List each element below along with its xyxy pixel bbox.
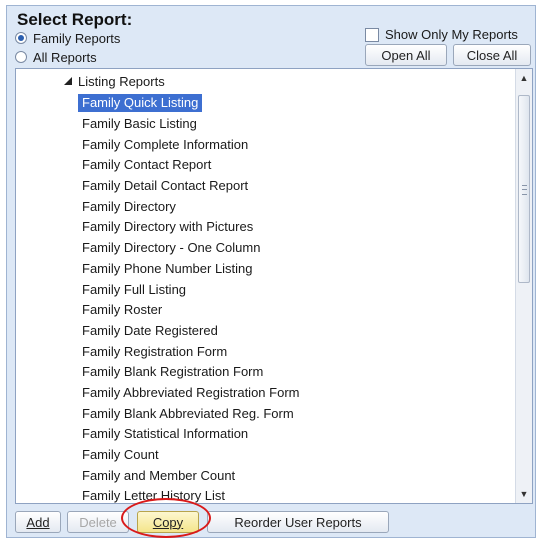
report-item[interactable]: Family Quick Listing: [78, 93, 498, 114]
report-item-label: Family Blank Abbreviated Reg. Form: [82, 405, 294, 421]
report-item-label: Family Basic Listing: [82, 116, 197, 132]
add-button-label: Add: [26, 514, 50, 530]
report-item-label: Family Directory with Pictures: [82, 219, 254, 235]
report-item[interactable]: Family Basic Listing: [78, 114, 498, 135]
delete-button[interactable]: Delete: [67, 511, 129, 533]
report-item-label: Family Detail Contact Report: [82, 178, 249, 194]
copy-button[interactable]: Copy: [137, 511, 199, 533]
report-item[interactable]: Family Directory: [78, 196, 498, 217]
report-item[interactable]: Family Date Registered: [78, 321, 498, 342]
add-button[interactable]: Add: [15, 511, 61, 533]
report-item[interactable]: Family Abbreviated Registration Form: [78, 383, 498, 404]
checkbox-label: Show Only My Reports: [385, 27, 518, 42]
scroll-up-arrow-icon[interactable]: ▲: [516, 70, 532, 86]
report-item-label: Family Blank Registration Form: [82, 364, 264, 380]
report-item-label: Family Date Registered: [82, 322, 218, 338]
reorder-button-label: Reorder User Reports: [234, 514, 362, 530]
radio-all-reports[interactable]: All Reports: [15, 47, 97, 67]
scroll-down-arrow-icon[interactable]: ▼: [516, 486, 532, 502]
report-item-label: Family Abbreviated Registration Form: [82, 384, 300, 400]
checkbox-icon[interactable]: [365, 27, 379, 42]
close-all-button[interactable]: Close All: [453, 44, 531, 66]
report-item[interactable]: Family Full Listing: [78, 279, 498, 300]
grip-icon: [522, 185, 527, 195]
radio-button-icon[interactable]: [15, 51, 27, 63]
report-item[interactable]: Family Blank Abbreviated Reg. Form: [78, 403, 498, 424]
report-item-label: Family Count: [82, 447, 159, 463]
report-item[interactable]: Family Phone Number Listing: [78, 259, 498, 280]
report-item[interactable]: Family Count: [78, 445, 498, 466]
report-item[interactable]: Family Blank Registration Form: [78, 362, 498, 383]
report-item[interactable]: Family Registration Form: [78, 341, 498, 362]
select-report-panel: Select Report: Family Reports All Report…: [6, 5, 536, 538]
report-item[interactable]: Family Letter History List: [78, 486, 498, 504]
scroll-thumb[interactable]: [518, 95, 530, 283]
radio-label: All Reports: [33, 49, 97, 65]
tree-node-listing-reports[interactable]: Listing Reports: [64, 72, 165, 90]
report-item-label: Family Registration Form: [82, 343, 228, 359]
report-item-label: Family Directory - One Column: [82, 240, 261, 256]
radio-button-icon[interactable]: [15, 32, 27, 44]
report-item[interactable]: Family Directory with Pictures: [78, 217, 498, 238]
reorder-user-reports-button[interactable]: Reorder User Reports: [207, 511, 389, 533]
report-item[interactable]: Family Complete Information: [78, 134, 498, 155]
tree-node-label: Listing Reports: [78, 73, 165, 89]
report-item[interactable]: Family Directory - One Column: [78, 238, 498, 259]
report-item-label: Family Quick Listing: [78, 94, 203, 113]
report-item-label: Family Roster: [82, 302, 163, 318]
radio-label: Family Reports: [33, 30, 121, 46]
action-bar: Add Delete Copy Reorder User Reports: [7, 509, 535, 537]
report-item-label: Family Statistical Information: [82, 426, 249, 442]
report-items: Family Quick Listing Family Basic Listing…: [78, 93, 498, 504]
show-only-my-reports-toggle[interactable]: Show Only My Reports: [365, 27, 518, 42]
report-item-label: Family Full Listing: [82, 281, 187, 297]
report-item[interactable]: Family Statistical Information: [78, 424, 498, 445]
report-tree-list[interactable]: Listing Reports Family Quick Listing Fami…: [15, 68, 533, 504]
copy-button-label: Copy: [152, 514, 184, 530]
panel-title: Select Report:: [17, 10, 133, 29]
report-item[interactable]: Family Roster: [78, 300, 498, 321]
report-item[interactable]: Family and Member Count: [78, 465, 498, 486]
report-item-label: Family Complete Information: [82, 136, 249, 152]
report-item-label: Family and Member Count: [82, 467, 236, 483]
open-all-button[interactable]: Open All: [365, 44, 447, 66]
report-item-label: Family Letter History List: [82, 488, 226, 504]
report-item-label: Family Contact Report: [82, 157, 212, 173]
report-item[interactable]: Family Contact Report: [78, 155, 498, 176]
collapse-triangle-icon[interactable]: [64, 77, 72, 85]
vertical-scrollbar[interactable]: ▲ ▼: [515, 69, 532, 503]
radio-family-reports[interactable]: Family Reports: [15, 28, 120, 48]
delete-button-label: Delete: [79, 514, 117, 530]
report-item-label: Family Phone Number Listing: [82, 260, 253, 276]
report-item[interactable]: Family Detail Contact Report: [78, 176, 498, 197]
report-item-label: Family Directory: [82, 198, 176, 214]
